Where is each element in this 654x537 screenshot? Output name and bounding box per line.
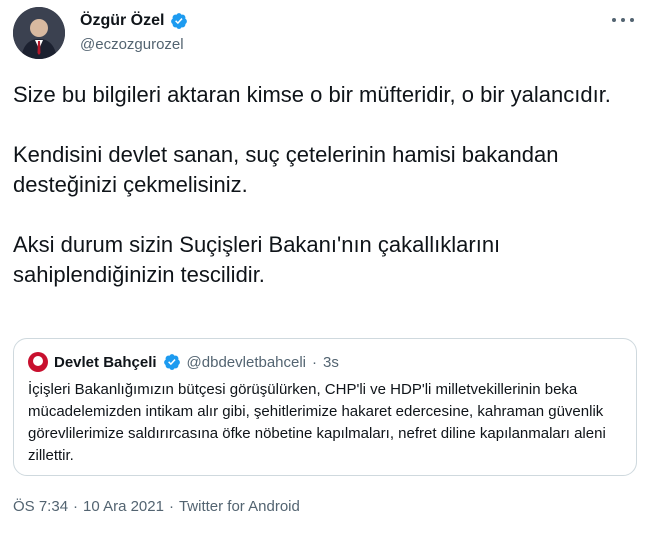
tweet-time[interactable]: ÖS 7:34 (13, 498, 68, 515)
more-options-icon[interactable] (612, 15, 634, 25)
more-dot (630, 18, 634, 22)
quoted-tweet-text: İçişleri Bakanlığımızın bütçesi görüşülü… (28, 381, 606, 464)
author-block: Özgür Özel @eczozgurozel (80, 10, 188, 53)
author-handle[interactable]: @eczozgurozel (80, 36, 188, 53)
tweet-card: Özgür Özel @eczozgurozel Size bu bilgile… (0, 0, 654, 537)
tweet-metadata: ÖS 7:34 · 10 Ara 2021 · Twitter for Andr… (13, 498, 300, 515)
profile-photo-icon (13, 7, 65, 59)
tweet-paragraph: Size bu bilgileri aktaran kimse o bir mü… (13, 82, 611, 107)
tweet-paragraph: Kendisini devlet sanan, suç çetelerinin … (13, 142, 559, 197)
quoted-tweet-header: Devlet Bahçeli @dbdevletbahceli · 3s (28, 351, 622, 373)
author-name[interactable]: Özgür Özel (80, 12, 164, 30)
tweet-text: Size bu bilgileri aktaran kimse o bir mü… (13, 80, 633, 290)
quoted-author-name: Devlet Bahçeli (54, 353, 157, 371)
tweet-source: Twitter for Android (178, 498, 300, 515)
quoted-tweet-time: 3s (323, 353, 339, 371)
quoted-author-handle: @dbdevletbahceli (186, 353, 307, 371)
tweet-date[interactable]: 10 Ara 2021 (83, 498, 164, 515)
separator-dot: · (73, 498, 79, 515)
separator-dot: · (168, 498, 174, 515)
more-dot (612, 18, 616, 22)
quoted-author-avatar (28, 352, 48, 372)
author-avatar[interactable] (13, 7, 65, 59)
verified-badge-icon (170, 12, 188, 30)
author-name-row: Özgür Özel (80, 10, 188, 32)
tweet-paragraph: Aksi durum sizin Suçişleri Bakanı'nın ça… (13, 232, 501, 287)
verified-badge-icon (163, 353, 181, 371)
separator-dot: · (312, 353, 318, 371)
quoted-tweet[interactable]: Devlet Bahçeli @dbdevletbahceli · 3s İçi… (13, 338, 637, 476)
more-dot (621, 18, 625, 22)
